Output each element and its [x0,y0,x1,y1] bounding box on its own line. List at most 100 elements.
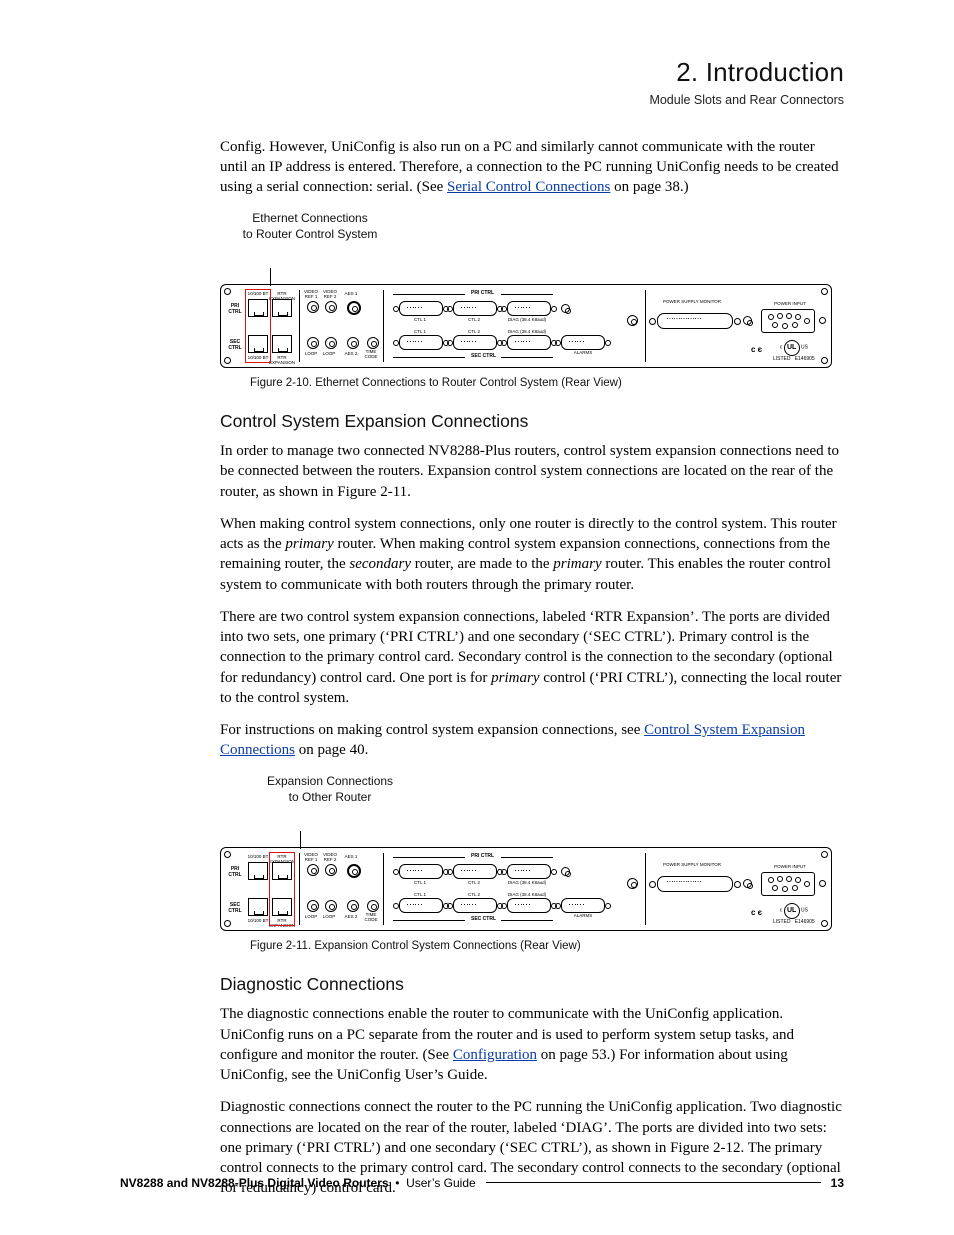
port-label: CTL 2 [459,880,489,885]
rj45-port [248,299,268,317]
ul-us: US [801,345,808,351]
ul-file-no: E146905 [795,356,815,362]
port-label: VIDEO REF 1 [301,289,321,299]
port-label: PRI CTRL [469,290,496,297]
heading-control-expansion: Control System Expansion Connections [220,410,844,434]
rj45-port [272,335,292,353]
port-label: LOOP [321,351,337,356]
ul-listed: LISTED [773,919,791,925]
port-label: RTR EXPANSION [267,854,297,864]
rj45-port [248,862,268,880]
rj45-port [272,898,292,916]
figure-caption: Figure 2-10. Ethernet Connections to Rou… [250,376,844,392]
rj45-port [248,898,268,916]
port-label: TIME CODE [361,912,381,922]
footer-doc-kind: User’s Guide [406,1176,476,1190]
page-footer: NV8288 and NV8288-Plus Digital Video Rou… [120,1175,844,1191]
body-paragraph: There are two control system expansion c… [220,607,844,708]
text-run: secondary [349,556,411,572]
rj45-port [272,299,292,317]
port-label: DIAG (38.4 K8aud) [503,317,551,322]
rj45-port [272,862,292,880]
text-run: primary [553,556,601,572]
port-label: SEC CTRL [469,916,498,923]
port-label: AES 1 [341,854,361,859]
label-sec-ctrl: SEC CTRL [225,339,245,351]
callout-line: to Router Control System [220,226,400,242]
port-label: LOOP [303,351,319,356]
callout-leader [250,807,844,847]
port-label: CTL 1 [405,880,435,885]
port-label: RTR EXPANSION [267,355,297,365]
text-run: on page 40. [295,742,368,758]
ul-mark-icon: UL [784,340,800,356]
port-label: VIDEO REF 2 [320,852,340,862]
chapter-title: 2. Introduction [120,55,844,90]
callout-leader [220,244,844,284]
section-title: Module Slots and Rear Connectors [120,92,844,109]
ul-listed: LISTED [773,356,791,362]
callout-line: to Other Router [250,789,410,805]
footer-sep: • [395,1176,399,1190]
body-paragraph: For instructions on making control syste… [220,720,844,761]
port-label: SEC CTRL [469,353,498,360]
port-label: POWER INPUT [763,864,817,869]
rear-panel-diagram: PRI CTRL SEC CTRL 10/100 BT RTR EXPANSIO… [220,284,832,368]
port-label: AES 2 [341,351,361,356]
port-label: CTL 2 [459,329,489,334]
port-label: CTL 2 [459,892,489,897]
footer-rule [486,1182,821,1183]
label-pri-ctrl: PRI CTRL [225,866,245,878]
link-serial-control[interactable]: Serial Control Connections [447,179,610,195]
port-label: ALARMS [567,913,599,918]
text-run: on page 38.) [610,179,688,195]
callout-line: Expansion Connections [250,773,410,789]
port-label: TIME CODE [361,349,381,359]
ul-mark-icon: UL [784,903,800,919]
label-sec-ctrl: SEC CTRL [225,902,245,914]
port-label: VIDEO REF 1 [301,852,321,862]
port-label: ALARMS [567,350,599,355]
text-run: primary [491,670,539,686]
port-label: PRI CTRL [469,853,496,860]
port-label: CTL 1 [405,317,435,322]
label-pri-ctrl: PRI CTRL [225,303,245,315]
port-label: DIAG (38.4 K8aud) [503,880,551,885]
text-run: primary [285,536,333,552]
port-label: DIAG (38.4 K8aud) [503,892,551,897]
body-paragraph: Config. However, UniConfig is also run o… [220,137,844,198]
callout-line: Ethernet Connections [220,210,400,226]
figure-2-11: PRI CTRL SEC CTRL 10/100 BT RTR EXPANSIO… [220,847,830,931]
body-paragraph: In order to manage two connected NV8288-… [220,441,844,502]
port-label: AES 1 [341,291,361,296]
port-label: VIDEO REF 2 [320,289,340,299]
ul-us: US [801,908,808,914]
link-configuration[interactable]: Configuration [453,1047,537,1063]
port-label: LOOP [303,914,319,919]
port-label: CTL 2 [459,317,489,322]
port-label: POWER SUPPLY MONITOR [657,299,727,304]
port-label: POWER SUPPLY MONITOR [657,862,727,867]
port-label: POWER INPUT [763,301,817,306]
port-label: AES 2 [341,914,361,919]
figure-callout-label: Ethernet Connections to Router Control S… [220,210,400,242]
rj45-port [248,335,268,353]
ul-file-no: E146905 [795,919,815,925]
port-label: CTL 1 [405,892,435,897]
figure-2-10: PRI CTRL SEC CTRL 10/100 BT RTR EXPANSIO… [220,284,830,368]
text-run: For instructions on making control syste… [220,722,644,738]
body-paragraph: The diagnostic connections enable the ro… [220,1004,844,1085]
figure-caption: Figure 2-11. Expansion Control System Co… [250,939,844,955]
port-label: RTR EXPANSION [267,918,297,928]
rear-panel-diagram: PRI CTRL SEC CTRL 10/100 BT RTR EXPANSIO… [220,847,832,931]
port-label: CTL 1 [405,329,435,334]
footer-doc-title: NV8288 and NV8288-Plus Digital Video Rou… [120,1176,389,1190]
port-label: RTR EXPANSION [267,291,297,301]
heading-diagnostic: Diagnostic Connections [220,973,844,997]
page-number: 13 [831,1175,844,1191]
ce-mark: c є [751,908,762,919]
text-run: router, are made to the [411,556,553,572]
port-label: DIAG (38.4 K8aud) [503,329,551,334]
ce-mark: c є [751,345,762,356]
port-label: LOOP [321,914,337,919]
